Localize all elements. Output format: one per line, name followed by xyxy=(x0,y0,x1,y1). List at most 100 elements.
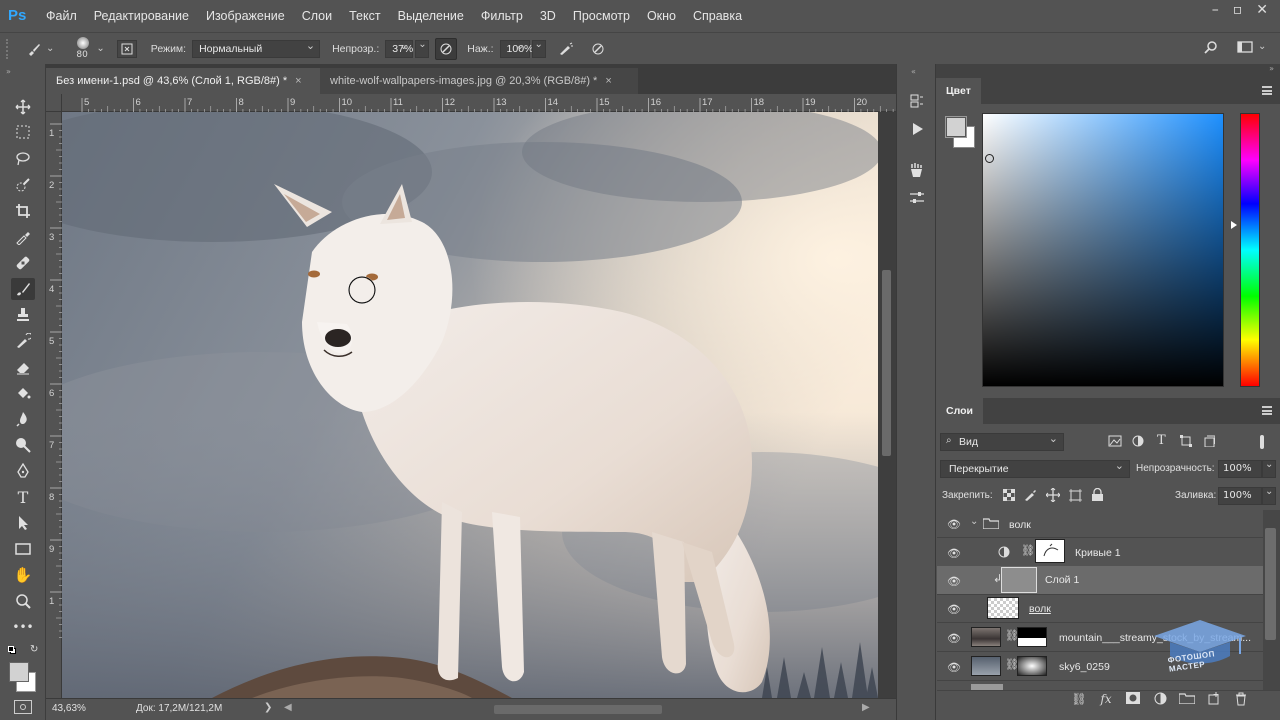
eyedropper-tool-icon[interactable] xyxy=(11,226,35,248)
collapse-icon[interactable]: » xyxy=(6,67,11,76)
layer-thumbnail[interactable] xyxy=(987,597,1019,619)
path-selection-tool-icon[interactable] xyxy=(11,512,35,534)
marquee-tool-icon[interactable] xyxy=(11,121,35,143)
opacity-dropdown[interactable]: ⌄ xyxy=(415,39,430,58)
history-brush-tool-icon[interactable] xyxy=(11,330,35,352)
menu-layers[interactable]: Слои xyxy=(302,9,332,23)
eye-icon[interactable]: 👁 xyxy=(947,603,961,616)
lock-transparent-icon[interactable] xyxy=(1002,488,1016,504)
scrollbar-thumb[interactable] xyxy=(1265,528,1276,640)
clone-stamp-tool-icon[interactable] xyxy=(11,304,35,326)
maximize-icon[interactable]: ▫ xyxy=(1233,2,1243,18)
scroll-right-icon[interactable]: ▶ xyxy=(862,702,870,713)
filter-type-icon[interactable]: T xyxy=(1157,433,1166,448)
layer-row-layer-1[interactable]: 👁 ↲ Слой 1 xyxy=(937,566,1263,595)
crop-tool-icon[interactable] xyxy=(11,200,35,222)
airbrush-icon[interactable] xyxy=(556,42,576,56)
healing-brush-tool-icon[interactable] xyxy=(11,252,35,274)
eye-icon[interactable]: 👁 xyxy=(947,661,961,674)
type-tool-icon[interactable]: T xyxy=(11,486,35,508)
flow-input[interactable]: 100% xyxy=(499,38,533,58)
opacity-dropdown[interactable]: ⌄ xyxy=(1262,459,1276,478)
menu-icon[interactable] xyxy=(1262,406,1272,415)
layer-thumbnail[interactable] xyxy=(971,627,1001,647)
color-field[interactable] xyxy=(982,113,1224,387)
collapse-icon[interactable]: « xyxy=(911,67,916,76)
filter-toggle[interactable] xyxy=(1256,435,1268,449)
brush-preset-icon[interactable] xyxy=(24,41,44,57)
brush-tool-icon[interactable] xyxy=(11,278,35,300)
status-menu-icon[interactable]: ❯ xyxy=(264,702,272,713)
new-group-icon[interactable] xyxy=(1178,692,1196,707)
chevron-down-icon[interactable]: ⌄ xyxy=(46,43,54,54)
brush-panel-icon[interactable] xyxy=(907,160,927,180)
move-tool-icon[interactable] xyxy=(11,96,35,118)
actions-panel-icon[interactable] xyxy=(907,119,927,139)
layer-thumbnail[interactable] xyxy=(971,656,1001,676)
hue-slider[interactable] xyxy=(1240,113,1260,387)
layer-opacity-input[interactable]: 100% xyxy=(1218,460,1262,478)
tab-document-1[interactable]: Без имени-1.psd @ 43,6% (Слой 1, RGB/8#)… xyxy=(46,68,320,94)
menu-file[interactable]: Файл xyxy=(46,9,77,23)
eye-icon[interactable]: 👁 xyxy=(947,547,961,560)
menu-help[interactable]: Справка xyxy=(693,9,742,23)
layer-filter-select[interactable]: ⌕ Вид ⌄ xyxy=(940,432,1064,451)
layer-mask-thumbnail[interactable] xyxy=(1017,627,1047,647)
close-window-icon[interactable]: ✕ xyxy=(1256,2,1268,18)
lasso-tool-icon[interactable] xyxy=(11,148,35,170)
menu-edit[interactable]: Редактирование xyxy=(94,9,189,23)
filter-adjustment-icon[interactable] xyxy=(1132,435,1144,450)
eye-icon[interactable]: 👁 xyxy=(947,575,961,588)
search-icon[interactable] xyxy=(1202,40,1220,54)
menu-3d[interactable]: 3D xyxy=(540,9,556,23)
scrollbar-thumb[interactable] xyxy=(882,270,891,456)
foreground-color-swatch[interactable] xyxy=(945,116,967,138)
canvas[interactable] xyxy=(62,112,878,698)
fill-dropdown[interactable]: ⌄ xyxy=(1262,486,1276,505)
opacity-input[interactable]: 37% xyxy=(385,38,413,58)
menu-view[interactable]: Просмотр xyxy=(573,9,630,23)
tab-color[interactable]: Цвет xyxy=(936,78,981,104)
foreground-color-swatch[interactable] xyxy=(9,662,29,682)
fill-input[interactable]: 100% xyxy=(1218,487,1262,505)
layer-mask-thumbnail[interactable] xyxy=(1035,539,1065,563)
menu-filter[interactable]: Фильтр xyxy=(481,9,523,23)
new-layer-icon[interactable] xyxy=(1205,692,1223,708)
brush-panel-icon[interactable] xyxy=(116,39,137,58)
rectangle-tool-icon[interactable] xyxy=(11,538,35,560)
color-picker-marker[interactable] xyxy=(985,154,994,163)
zoom-level[interactable]: 43,63% xyxy=(52,703,86,714)
hand-tool-icon[interactable]: ✋ xyxy=(11,564,35,586)
chevron-down-icon[interactable]: ⌄ xyxy=(1258,41,1266,52)
lock-pixels-icon[interactable] xyxy=(1024,489,1036,504)
lock-all-icon[interactable] xyxy=(1092,487,1103,504)
workspace-icon[interactable] xyxy=(1236,40,1254,54)
more-tools-icon[interactable]: ••• xyxy=(11,616,35,638)
add-mask-icon[interactable] xyxy=(1124,692,1142,707)
layer-mask-thumbnail[interactable] xyxy=(1017,656,1047,676)
lock-position-icon[interactable] xyxy=(1045,487,1061,505)
dodge-tool-icon[interactable] xyxy=(11,434,35,456)
flow-dropdown[interactable]: ⌄ xyxy=(531,39,546,58)
layer-row-group-wolf[interactable]: 👁 ⌄ волк xyxy=(937,510,1263,538)
quick-mask-icon[interactable] xyxy=(14,700,32,714)
chevron-down-icon[interactable]: ⌄ xyxy=(970,516,978,527)
horizontal-scrollbar-thumb[interactable] xyxy=(494,705,662,714)
fx-icon[interactable]: fx xyxy=(1097,692,1115,706)
tab-layers[interactable]: Слои xyxy=(936,398,983,424)
layer-thumbnail[interactable] xyxy=(1001,567,1037,593)
delete-layer-icon[interactable] xyxy=(1232,692,1250,709)
filter-smart-object-icon[interactable] xyxy=(1203,435,1216,450)
swap-colors-icon[interactable]: ↻ xyxy=(30,644,38,655)
mode-select[interactable]: Нормальный xyxy=(192,38,321,58)
zoom-tool-icon[interactable] xyxy=(11,590,35,612)
eraser-tool-icon[interactable] xyxy=(11,356,35,378)
paint-bucket-tool-icon[interactable] xyxy=(11,382,35,404)
menu-icon[interactable] xyxy=(1262,86,1272,95)
filter-shape-icon[interactable] xyxy=(1180,435,1192,450)
link-layers-icon[interactable]: ⛓ xyxy=(1070,692,1088,706)
default-colors-icon[interactable] xyxy=(8,646,16,654)
layer-row-curves[interactable]: 👁 ⛓ Кривые 1 xyxy=(937,538,1263,568)
quick-selection-tool-icon[interactable] xyxy=(11,174,35,196)
menu-text[interactable]: Текст xyxy=(349,9,380,23)
